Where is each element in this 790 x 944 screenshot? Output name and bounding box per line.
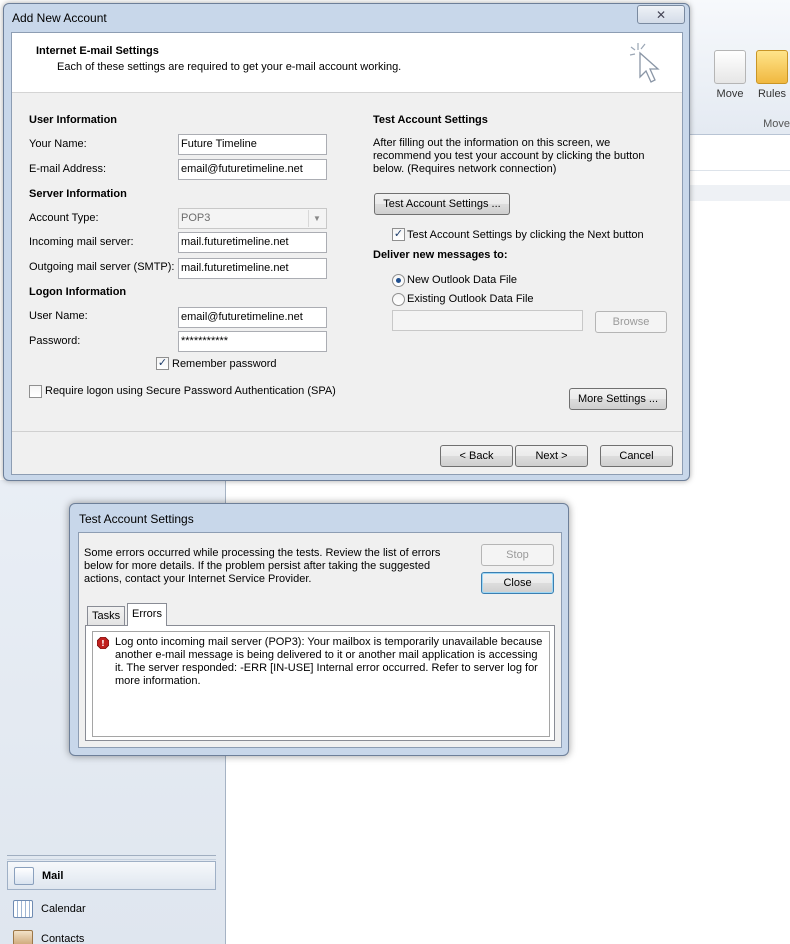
existing-data-file-radio[interactable]: [392, 293, 405, 306]
cancel-button[interactable]: Cancel: [600, 445, 673, 467]
account-type-value: POP3: [181, 212, 211, 224]
cursor-sparkle-icon: [629, 43, 660, 83]
move-icon: [714, 50, 746, 84]
add-new-account-dialog: Add New Account ✕ Internet E-mail Settin…: [3, 3, 690, 481]
email-field[interactable]: email@futuretimeline.net: [178, 159, 327, 180]
header-title: Internet E-mail Settings: [36, 45, 159, 57]
footer-divider: [12, 431, 682, 432]
tab-tasks[interactable]: Tasks: [87, 606, 126, 625]
auto-test-checkbox[interactable]: ✓: [392, 228, 405, 241]
dialog-client: Internet E-mail Settings Each of these s…: [11, 32, 683, 475]
test-settings-heading: Test Account Settings: [373, 114, 488, 126]
error-summary: Some errors occurred while processing th…: [84, 547, 441, 585]
dialog-titlebar[interactable]: Add New Account ✕: [4, 4, 689, 32]
incoming-server-label: Incoming mail server:: [29, 236, 134, 248]
auto-test-label: Test Account Settings by clicking the Ne…: [407, 229, 644, 241]
email-label: E-mail Address:: [29, 163, 107, 175]
deliver-heading: Deliver new messages to:: [373, 249, 508, 261]
password-field[interactable]: ***********: [178, 331, 327, 352]
stop-button[interactable]: Stop: [481, 544, 554, 566]
nav-item-calendar[interactable]: Calendar: [7, 894, 216, 923]
nav-item-mail[interactable]: Mail: [7, 861, 216, 890]
spa-checkbox[interactable]: [29, 385, 42, 398]
data-file-path-field: [392, 310, 583, 331]
move-button[interactable]: Move: [710, 50, 750, 100]
incoming-server-field[interactable]: mail.futuretimeline.net: [178, 232, 327, 253]
calendar-icon: [13, 899, 33, 918]
server-info-heading: Server Information: [29, 188, 127, 200]
close-button[interactable]: Close: [481, 572, 554, 594]
spa-label: Require logon using Secure Password Auth…: [45, 385, 336, 397]
name-label: Your Name:: [29, 138, 87, 150]
dialog-client: Some errors occurred while processing th…: [78, 532, 562, 748]
test-description: After filling out the information on thi…: [373, 137, 645, 175]
existing-data-file-label: Existing Outlook Data File: [407, 293, 534, 305]
next-button[interactable]: Next >: [515, 445, 588, 467]
error-message: Log onto incoming mail server (POP3): Yo…: [115, 636, 543, 687]
outlook-ribbon: Move Rules Move: [690, 0, 790, 135]
new-data-file-radio[interactable]: [392, 274, 405, 287]
logon-info-heading: Logon Information: [29, 286, 127, 298]
browse-button[interactable]: Browse: [595, 311, 667, 333]
mail-icon: [14, 866, 34, 885]
nav-splitter[interactable]: [7, 855, 216, 860]
outgoing-server-field[interactable]: mail.futuretimeline.net: [178, 258, 327, 279]
username-label: User Name:: [29, 310, 88, 322]
outgoing-server-label: Outgoing mail server (SMTP):: [29, 261, 175, 273]
test-account-settings-dialog: Test Account Settings Some errors occurr…: [69, 503, 569, 756]
test-account-settings-button[interactable]: Test Account Settings ...: [374, 193, 510, 215]
chevron-down-icon: ▼: [308, 210, 325, 227]
username-field[interactable]: email@futuretimeline.net: [178, 307, 327, 328]
folder-icon: [756, 50, 788, 84]
errors-panel: ! Log onto incoming mail server (POP3): …: [85, 625, 555, 741]
outlook-list-row: [690, 185, 790, 201]
more-settings-button[interactable]: More Settings ...: [569, 388, 667, 410]
name-field[interactable]: Future Timeline: [178, 134, 327, 155]
outlook-list-header: [690, 145, 790, 171]
account-type-label: Account Type:: [29, 212, 99, 224]
header-subtitle: Each of these settings are required to g…: [57, 61, 402, 73]
back-button[interactable]: < Back: [440, 445, 513, 467]
dialog-header: Internet E-mail Settings Each of these s…: [12, 33, 682, 93]
remember-password-label: Remember password: [172, 358, 277, 370]
dialog-title: Test Account Settings: [79, 512, 194, 526]
nav-item-contacts[interactable]: Contacts: [7, 924, 216, 944]
new-data-file-label: New Outlook Data File: [407, 274, 518, 286]
tab-errors[interactable]: Errors: [127, 603, 167, 626]
account-type-select: POP3 ▼: [178, 208, 327, 229]
close-button[interactable]: ✕: [637, 5, 685, 24]
user-info-heading: User Information: [29, 114, 118, 126]
password-label: Password:: [29, 335, 81, 347]
errors-list: ! Log onto incoming mail server (POP3): …: [92, 631, 550, 737]
dialog-title: Add New Account: [12, 11, 107, 25]
contacts-icon: [13, 929, 33, 944]
remember-password-checkbox[interactable]: ✓: [156, 357, 169, 370]
ribbon-group-label: Move: [763, 118, 790, 130]
close-icon: ✕: [655, 7, 667, 22]
rules-button[interactable]: Rules: [752, 50, 790, 100]
